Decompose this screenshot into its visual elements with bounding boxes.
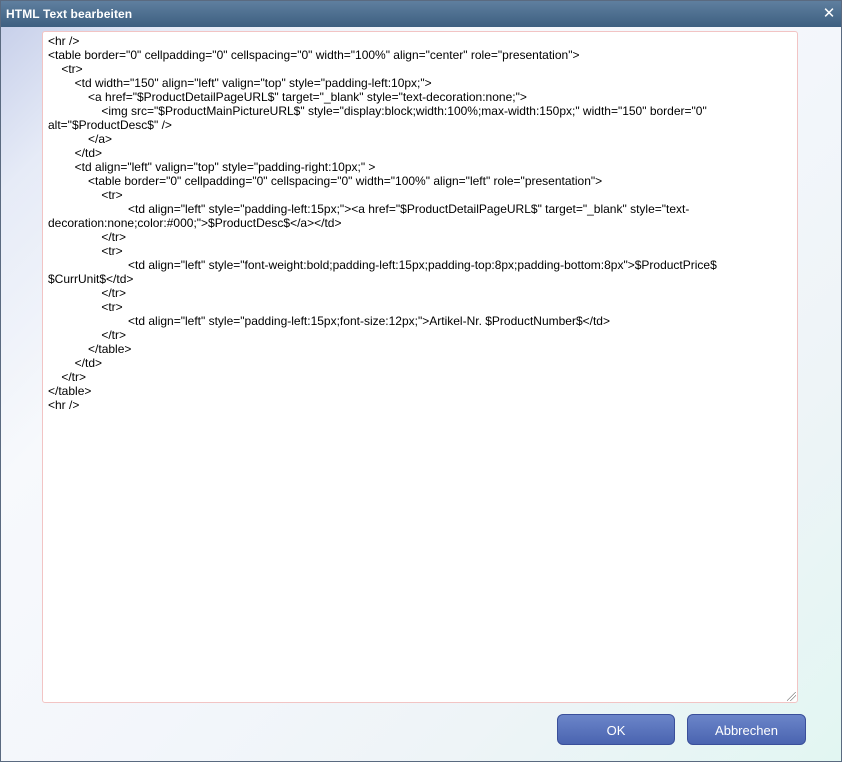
html-source-text[interactable]: <hr /> <table border="0" cellpadding="0"… bbox=[48, 34, 786, 694]
html-text-editor[interactable]: <hr /> <table border="0" cellpadding="0"… bbox=[42, 31, 798, 703]
ok-button[interactable]: OK bbox=[557, 714, 675, 745]
cancel-button[interactable]: Abbrechen bbox=[687, 714, 806, 745]
dialog-title: HTML Text bearbeiten bbox=[6, 7, 133, 21]
close-icon[interactable]: ✕ bbox=[821, 6, 837, 22]
resize-grip-icon[interactable] bbox=[787, 692, 796, 701]
dialog-title-bar[interactable]: HTML Text bearbeiten ✕ bbox=[1, 1, 841, 27]
html-edit-dialog: HTML Text bearbeiten ✕ <hr /> <table bor… bbox=[0, 0, 842, 762]
